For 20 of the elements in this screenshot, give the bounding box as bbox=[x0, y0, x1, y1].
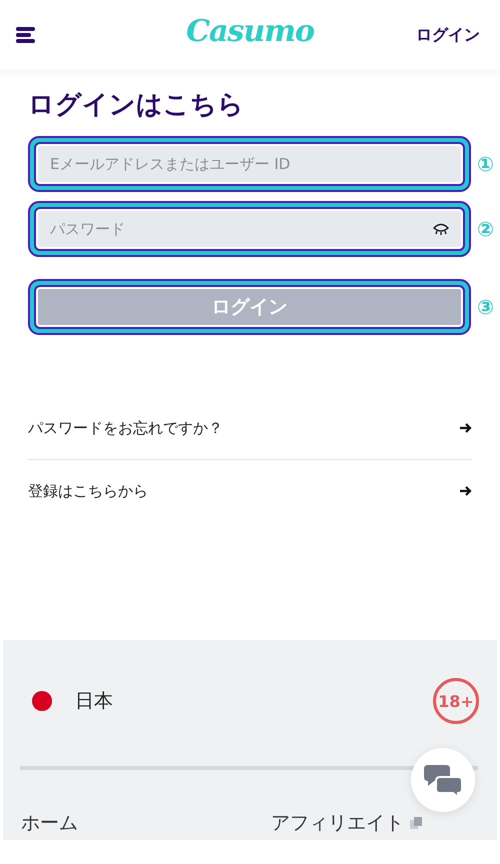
country-name: 日本 bbox=[75, 689, 113, 714]
footer-link[interactable]: ホーム bbox=[21, 810, 271, 836]
number-marker: ③ bbox=[477, 295, 495, 319]
flag-icon bbox=[31, 690, 53, 712]
nav-link[interactable]: パスワードをお忘れですか？ bbox=[28, 418, 223, 438]
email-field[interactable]: Eメールアドレスまたはユーザー ID bbox=[38, 146, 461, 182]
chat-bubbles-icon bbox=[424, 763, 462, 797]
login-link[interactable]: ログイン bbox=[416, 24, 480, 46]
squares-icon bbox=[410, 817, 422, 829]
footer-link[interactable]: アフィリエイト bbox=[271, 810, 404, 836]
nav-link[interactable]: 登録はこちらから bbox=[28, 482, 148, 500]
arrow-icon bbox=[460, 423, 472, 433]
number-marker: ① bbox=[477, 152, 495, 176]
password-field[interactable]: パスワード bbox=[38, 211, 461, 247]
menu-icon[interactable] bbox=[16, 26, 36, 44]
age-badge: 18+ bbox=[433, 678, 479, 724]
closed-eye-icon[interactable] bbox=[433, 223, 449, 235]
page-title: ログインはこちら bbox=[28, 89, 245, 122]
arrow-icon bbox=[460, 486, 472, 496]
number-marker: ② bbox=[477, 217, 495, 241]
